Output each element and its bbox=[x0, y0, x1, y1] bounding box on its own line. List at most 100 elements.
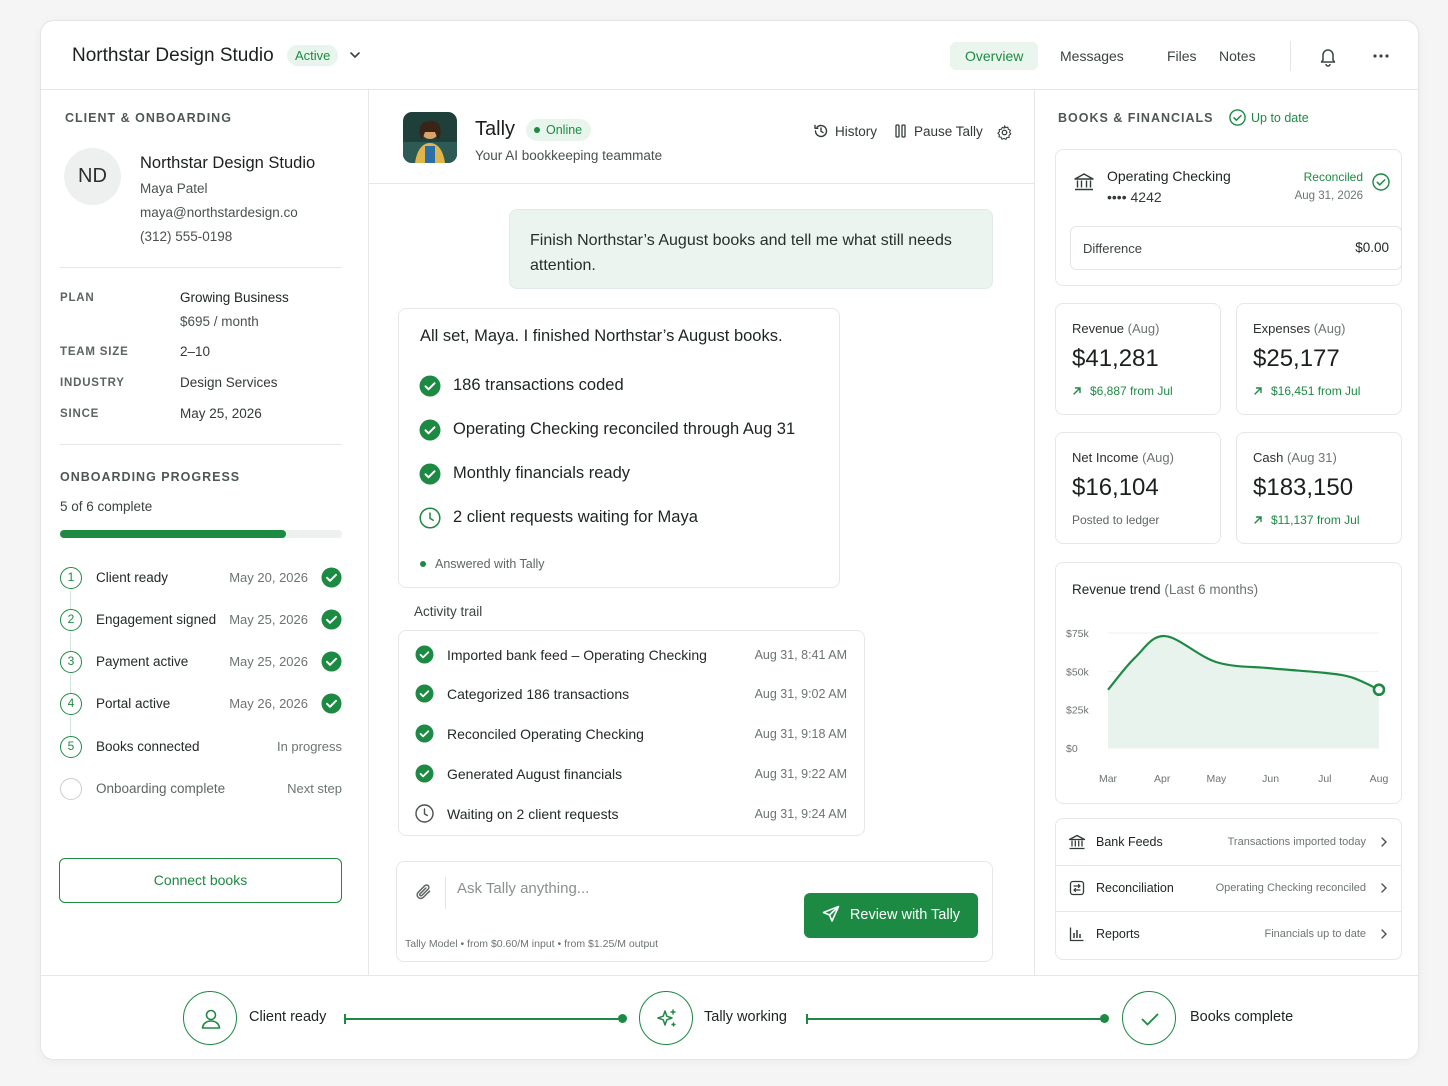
link-bank-feeds[interactable]: Bank Feeds Transactions imported today bbox=[1055, 819, 1402, 865]
chevron-down-icon[interactable] bbox=[348, 48, 362, 62]
divider bbox=[60, 267, 342, 268]
contact-email[interactable]: maya@northstardesign.co bbox=[140, 205, 298, 220]
link-reconciliation[interactable]: Reconciliation Operating Checking reconc… bbox=[1055, 865, 1402, 911]
step-date: In progress bbox=[276, 739, 342, 754]
kpi-label: Revenue (Aug) bbox=[1072, 321, 1159, 336]
user-icon bbox=[201, 1009, 221, 1029]
books-section-title: BOOKS & FINANCIALS bbox=[1058, 111, 1214, 125]
history-label: History bbox=[835, 124, 878, 139]
workflow-connector bbox=[345, 1018, 621, 1020]
tab-messages[interactable]: Messages bbox=[1045, 42, 1139, 70]
link-name: Reports bbox=[1096, 927, 1140, 941]
connector-dot bbox=[618, 1014, 627, 1023]
workflow-footer: Client ready Tally working Books complet… bbox=[41, 975, 1418, 1059]
pause-icon bbox=[895, 124, 906, 138]
bank-icon bbox=[1068, 834, 1086, 850]
tab-overview[interactable]: Overview bbox=[950, 42, 1039, 70]
chevron-right-icon bbox=[1381, 883, 1387, 893]
x-tick-label: Aug bbox=[1370, 773, 1389, 785]
paperclip-icon[interactable] bbox=[414, 882, 434, 902]
kpi-delta: $6,887 from Jul bbox=[1072, 384, 1173, 398]
pause-tally-button[interactable]: Pause Tally bbox=[894, 123, 983, 139]
activity-row: Generated August financials Aug 31, 9:22 … bbox=[415, 762, 847, 786]
step-number: 3 bbox=[60, 651, 82, 673]
bell-icon[interactable] bbox=[1317, 45, 1339, 67]
kpi-label: Cash (Aug 31) bbox=[1253, 450, 1337, 465]
link-status: Transactions imported today bbox=[1227, 836, 1366, 848]
onboarding-step: 3 Payment active May 25, 2026 bbox=[60, 651, 342, 677]
x-tick-label: May bbox=[1206, 773, 1227, 785]
workflow-step-tally-working bbox=[639, 991, 693, 1045]
check-circle-icon bbox=[415, 645, 434, 664]
difference-value: $0.00 bbox=[1355, 240, 1389, 255]
step-date: May 25, 2026 bbox=[229, 612, 308, 627]
books-status-text: Up to date bbox=[1251, 111, 1309, 125]
online-dot bbox=[534, 127, 540, 133]
kpi-value: $183,150 bbox=[1253, 474, 1354, 501]
kpi-period: (Aug) bbox=[1142, 450, 1174, 465]
kpi-period: (Aug) bbox=[1313, 321, 1346, 336]
kpi-card-net-income[interactable]: Net Income (Aug) $16,104 Posted to ledge… bbox=[1055, 432, 1221, 544]
kpi-card-expenses[interactable]: Expenses (Aug) $25,177 $16,451 from Jul bbox=[1236, 303, 1402, 415]
step-number: 4 bbox=[60, 693, 82, 715]
link-name: Reconciliation bbox=[1096, 881, 1174, 895]
tab-notes[interactable]: Notes bbox=[1204, 42, 1271, 70]
chat-input-placeholder[interactable]: Ask Tally anything... bbox=[457, 880, 589, 897]
arrow-up-right-icon bbox=[1073, 387, 1081, 395]
chevron-right-icon bbox=[1381, 837, 1387, 847]
kpi-delta-text: $11,137 from Jul bbox=[1271, 513, 1360, 527]
app-window: Northstar Design Studio Active Overview … bbox=[40, 20, 1419, 1060]
link-name: Bank Feeds bbox=[1096, 835, 1163, 849]
client-section-title: CLIENT & ONBOARDING bbox=[65, 111, 232, 125]
agent-name: Tally bbox=[475, 118, 516, 140]
link-reports[interactable]: Reports Financials up to date bbox=[1055, 911, 1402, 957]
activity-text: Categorized 186 transactions bbox=[447, 686, 630, 702]
chat-input-box[interactable]: Ask Tally anything... Tally Model • from… bbox=[396, 861, 993, 962]
tab-files[interactable]: Files bbox=[1152, 42, 1212, 70]
progress-text: 5 of 6 complete bbox=[60, 499, 153, 514]
connect-books-button[interactable]: Connect books bbox=[59, 858, 342, 903]
activity-trail-card: Imported bank feed – Operating Checking A… bbox=[398, 630, 865, 836]
kpi-name: Net Income bbox=[1072, 450, 1139, 465]
step-number: 2 bbox=[60, 609, 82, 631]
workflow-label: Tally working bbox=[704, 1009, 787, 1025]
check-circle-icon bbox=[419, 463, 441, 485]
team-size-label: TEAM SIZE bbox=[60, 346, 129, 358]
agent-subtitle: Your AI bookkeeping teammate bbox=[475, 148, 663, 163]
workflow-label: Client ready bbox=[249, 1009, 327, 1025]
step-number: 1 bbox=[60, 567, 82, 589]
activity-text: Imported bank feed – Operating Checking bbox=[447, 647, 707, 663]
contact-phone[interactable]: (312) 555-0198 bbox=[140, 229, 232, 244]
column-divider-right bbox=[1034, 90, 1035, 975]
user-message: Finish Northstar’s August books and tell… bbox=[509, 209, 993, 289]
latest-point[interactable] bbox=[1372, 683, 1386, 697]
check-circle-icon bbox=[321, 693, 342, 714]
settings-gear-icon[interactable] bbox=[996, 124, 1013, 141]
sparkle-icon bbox=[657, 1009, 676, 1027]
connector-dot bbox=[1100, 1014, 1109, 1023]
step-label: Portal active bbox=[96, 696, 171, 711]
more-icon[interactable] bbox=[1370, 45, 1392, 67]
chart-subtitle: (Last 6 months) bbox=[1164, 582, 1259, 597]
step-number bbox=[60, 778, 82, 800]
send-icon bbox=[822, 905, 840, 922]
link-status: Operating Checking reconciled bbox=[1215, 882, 1366, 894]
bar-chart-icon bbox=[1069, 927, 1084, 942]
pause-label: Pause Tally bbox=[914, 124, 983, 139]
plan-value: Growing Business bbox=[180, 290, 289, 305]
bank-icon bbox=[1074, 173, 1094, 191]
kpi-card-revenue[interactable]: Revenue (Aug) $41,281 $6,887 from Jul bbox=[1055, 303, 1221, 415]
top-header: Northstar Design Studio Active Overview … bbox=[41, 21, 1418, 90]
onboarding-step: Onboarding complete Next step bbox=[60, 778, 342, 804]
history-button[interactable]: History bbox=[813, 123, 877, 139]
review-with-tally-button[interactable]: Review with Tally bbox=[804, 893, 978, 938]
link-status: Financials up to date bbox=[1264, 928, 1366, 940]
answer-item-text: 2 client requests waiting for Maya bbox=[453, 508, 698, 526]
arrow-up-right-icon bbox=[1254, 516, 1262, 524]
kpi-delta: $16,451 from Jul bbox=[1253, 384, 1360, 398]
revenue-trend-card: Revenue trend (Last 6 months) $75k $50k $2… bbox=[1055, 562, 1402, 804]
kpi-delta-text: $16,451 from Jul bbox=[1271, 384, 1361, 398]
kpi-card-cash[interactable]: Cash (Aug 31) $183,150 $11,137 from Jul bbox=[1236, 432, 1402, 544]
kpi-name: Revenue bbox=[1072, 321, 1125, 336]
check-circle-icon bbox=[321, 609, 342, 630]
